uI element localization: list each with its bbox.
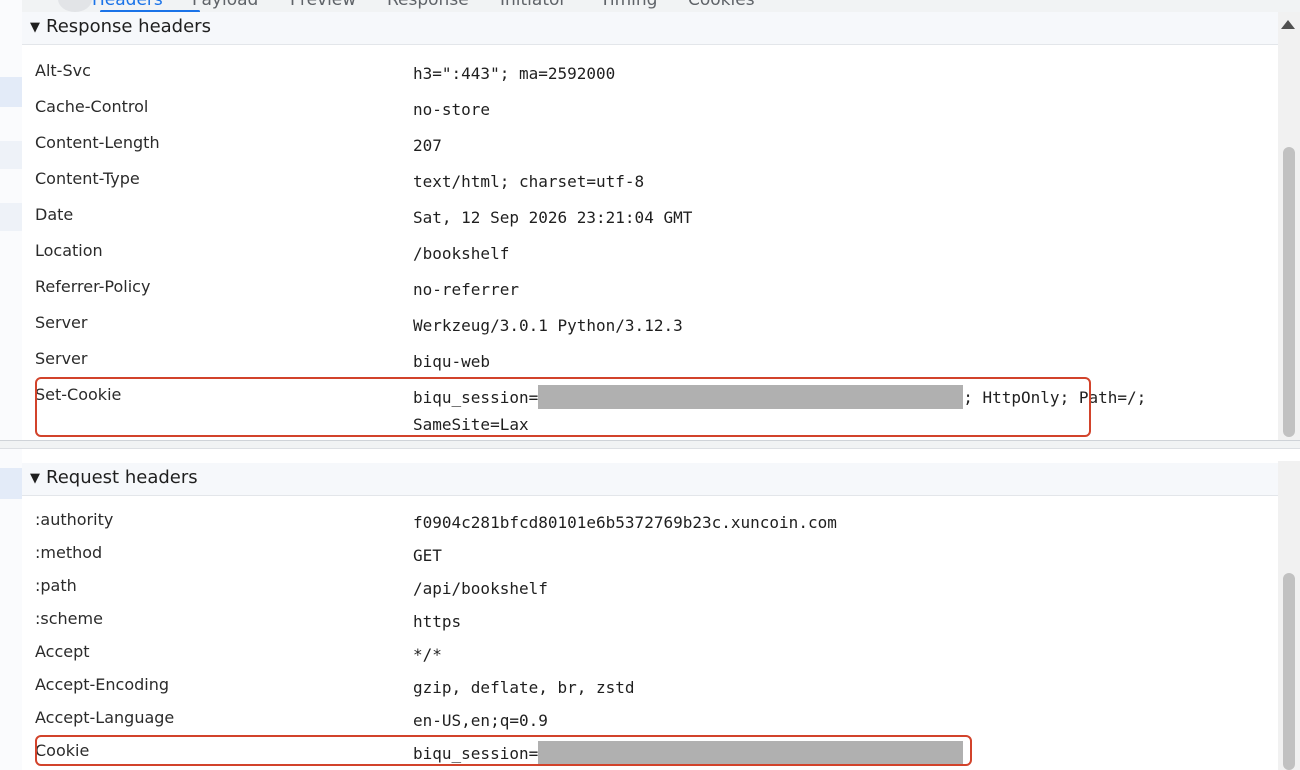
header-name: :method <box>35 543 103 562</box>
header-name: Accept-Language <box>35 708 175 727</box>
pane-divider[interactable] <box>0 440 1300 449</box>
redacted-session-value <box>538 385 964 409</box>
header-name: Cookie <box>35 741 90 760</box>
header-value[interactable]: /api/bookshelf <box>413 575 548 602</box>
header-value[interactable]: text/html; charset=utf-8 <box>413 168 644 195</box>
left-row[interactable] <box>0 203 22 231</box>
header-value[interactable]: gzip, deflate, br, zstd <box>413 674 635 701</box>
header-value[interactable]: /bookshelf <box>413 240 509 267</box>
header-name: Location <box>35 241 103 260</box>
cookie-suffix: ; HttpOnly; Path=/; <box>963 388 1147 407</box>
close-panel-button[interactable] <box>58 0 92 12</box>
header-name: Referrer-Policy <box>35 277 151 296</box>
header-name: Server <box>35 349 88 368</box>
section-title: Response headers <box>46 16 211 37</box>
left-selected-row[interactable] <box>0 77 22 107</box>
header-value[interactable]: */* <box>413 641 442 668</box>
tab-preview[interactable]: Preview <box>290 0 356 10</box>
request-headers-section-toggle[interactable]: ▼ Request headers <box>22 463 1278 496</box>
header-name: Set-Cookie <box>35 385 122 404</box>
header-name: Accept-Encoding <box>35 675 170 694</box>
request-headers-pane: ▼ Request headers :authority f0904c281bf… <box>0 449 1300 770</box>
tab-cookies[interactable]: Cookies <box>688 0 755 10</box>
left-selected-row[interactable] <box>0 468 22 499</box>
header-value[interactable]: no-store <box>413 96 490 123</box>
response-headers-pane: Headers Payload Preview Response Initiat… <box>0 0 1300 440</box>
header-value[interactable]: Sat, 12 Sep 2026 23:21:04 GMT <box>413 204 692 231</box>
tab-payload[interactable]: Payload <box>192 0 258 10</box>
header-value[interactable]: no-referrer <box>413 276 519 303</box>
header-value[interactable]: f0904c281bfcd80101e6b5372769b23c.xuncoin… <box>413 509 837 536</box>
redacted-session-value <box>538 741 964 765</box>
cookie-prefix: biqu_session= <box>413 388 539 407</box>
header-name: Content-Length <box>35 133 160 152</box>
tab-headers[interactable]: Headers <box>92 0 163 10</box>
scroll-up-arrow-icon[interactable] <box>1281 20 1295 29</box>
tab-timing[interactable]: Timing <box>600 0 657 10</box>
header-value[interactable]: h3=":443"; ma=2592000 <box>413 60 615 87</box>
header-name: Accept <box>35 642 90 661</box>
tab-initiator[interactable]: Initiator <box>500 0 566 10</box>
header-name: :scheme <box>35 609 103 628</box>
tab-response[interactable]: Response <box>387 0 469 10</box>
header-value[interactable]: biqu-web <box>413 348 490 375</box>
cookie-value[interactable]: biqu_session= <box>413 740 964 767</box>
header-name: :authority <box>35 510 114 529</box>
header-name: Server <box>35 313 88 332</box>
set-cookie-value[interactable]: biqu_session= ; HttpOnly; Path=/; SameSit… <box>413 384 1146 438</box>
response-headers-section-toggle[interactable]: ▼ Response headers <box>22 12 1278 45</box>
header-name: Content-Type <box>35 169 140 188</box>
header-name: Cache-Control <box>35 97 149 116</box>
cookie-prefix: biqu_session= <box>413 744 539 763</box>
left-row[interactable] <box>0 141 22 169</box>
cookie-line2: SameSite=Lax <box>413 415 529 434</box>
triangle-down-icon: ▼ <box>30 471 40 486</box>
section-title: Request headers <box>46 467 198 488</box>
header-name: Date <box>35 205 74 224</box>
request-scrollbar-thumb[interactable] <box>1283 573 1295 770</box>
header-name: Alt-Svc <box>35 61 91 80</box>
header-value[interactable]: en-US,en;q=0.9 <box>413 707 548 734</box>
header-name: :path <box>35 576 77 595</box>
header-value[interactable]: Werkzeug/3.0.1 Python/3.12.3 <box>413 312 683 339</box>
header-value[interactable]: GET <box>413 542 442 569</box>
header-value[interactable]: 207 <box>413 132 442 159</box>
response-scrollbar-thumb[interactable] <box>1283 147 1295 437</box>
triangle-down-icon: ▼ <box>30 20 40 35</box>
header-value[interactable]: https <box>413 608 461 635</box>
